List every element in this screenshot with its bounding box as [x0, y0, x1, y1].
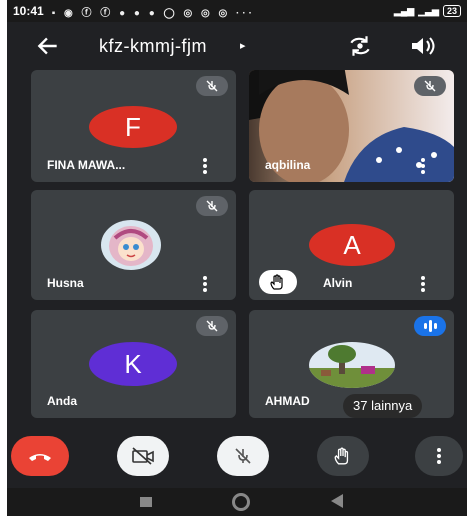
muted-mic-icon	[196, 316, 228, 336]
landscape-avatar-icon	[309, 342, 395, 388]
more-options-icon[interactable]	[202, 158, 208, 174]
more-options-button[interactable]	[415, 436, 463, 476]
notification-icons: ▪ ◉ ⓕ ⓕ ● ● ● ◯ ◎ ◎ ◎ ···	[51, 7, 256, 19]
raised-hand-icon	[259, 270, 297, 294]
battery-icon: 23	[442, 5, 461, 17]
avatar-initial: A	[309, 224, 395, 266]
switch-camera-icon[interactable]	[347, 33, 373, 59]
phone-screen: 10:41 ▪ ◉ ⓕ ⓕ ● ● ● ◯ ◎ ◎ ◎ ··· ▂▄▆ ▁▃▅ …	[7, 0, 467, 516]
mic-toggle-button[interactable]	[217, 436, 269, 476]
participant-tile-aqbilina[interactable]: aqbilina	[249, 70, 454, 182]
status-time: 10:41	[13, 4, 44, 18]
chevron-right-icon[interactable]: ▸	[240, 39, 246, 52]
avatar-initial: K	[89, 342, 177, 386]
android-nav-bar	[7, 488, 467, 516]
others-count-label[interactable]: 37 lainnya	[343, 394, 423, 418]
back-icon[interactable]	[331, 494, 343, 508]
mic-off-icon	[235, 448, 251, 464]
participant-name: AHMAD	[265, 394, 310, 408]
recent-apps-icon[interactable]	[140, 497, 152, 507]
meeting-top-bar: kfz-kmmj-fjm ▸	[7, 25, 467, 67]
hand-icon	[334, 447, 349, 465]
camera-toggle-button[interactable]	[117, 436, 169, 476]
avatar-initial: F	[89, 106, 177, 148]
meeting-title[interactable]: kfz-kmmj-fjm	[99, 36, 207, 57]
muted-mic-icon	[414, 76, 446, 96]
participant-name: aqbilina	[265, 158, 311, 172]
status-right: ▂▄▆ ▁▃▅ 23	[394, 5, 461, 17]
signal-icon: ▁▃▅	[418, 5, 439, 16]
participant-tile-husna[interactable]: Husna	[31, 190, 236, 300]
hang-up-icon	[29, 454, 51, 461]
speaking-indicator-icon	[414, 316, 446, 336]
camera-off-icon	[132, 447, 154, 465]
participant-name: Alvin	[323, 276, 353, 290]
end-call-button[interactable]	[11, 436, 69, 476]
more-options-icon[interactable]	[202, 276, 208, 292]
participant-name: Husna	[47, 276, 84, 290]
home-icon[interactable]	[232, 493, 250, 511]
vertical-dots-icon	[437, 448, 441, 464]
participant-tile-fina[interactable]: F FINA MAWA...	[31, 70, 236, 182]
participant-tile-anda[interactable]: K Anda	[31, 310, 236, 418]
cartoon-avatar-icon	[101, 220, 161, 270]
participant-name: Anda	[47, 394, 77, 408]
participant-tile-alvin[interactable]: A Alvin	[249, 190, 454, 300]
more-options-icon[interactable]	[420, 276, 426, 292]
muted-mic-icon	[196, 196, 228, 216]
more-options-icon[interactable]	[420, 158, 426, 174]
call-controls	[7, 432, 467, 482]
speaker-icon[interactable]	[409, 33, 437, 59]
participant-name: FINA MAWA...	[47, 158, 126, 172]
wifi-icon: ▂▄▆	[393, 5, 415, 16]
back-arrow-icon[interactable]	[35, 33, 61, 59]
muted-mic-icon	[196, 76, 228, 96]
status-bar: 10:41 ▪ ◉ ⓕ ⓕ ● ● ● ◯ ◎ ◎ ◎ ··· ▂▄▆ ▁▃▅ …	[7, 0, 467, 22]
raise-hand-button[interactable]	[317, 436, 369, 476]
